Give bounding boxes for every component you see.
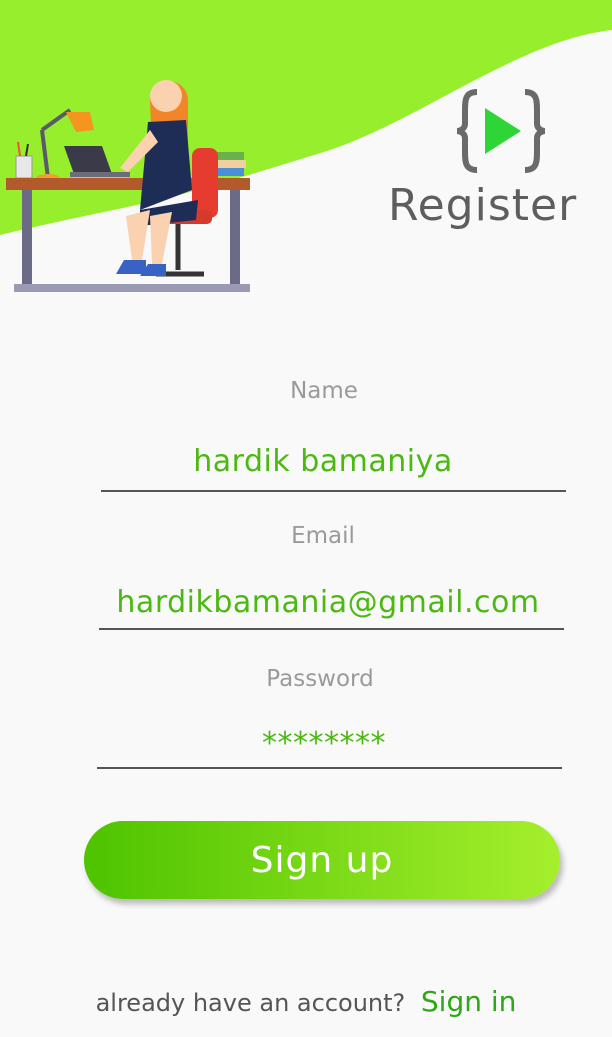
email-label: Email [291,523,355,549]
code-play-icon [456,89,546,173]
password-label: Password [266,666,374,692]
email-underline [99,628,564,630]
signin-footer: already have an account? Sign in [0,985,612,1018]
page-title: Register [388,180,578,231]
signup-button[interactable]: Sign up [84,821,560,899]
name-label: Name [290,378,358,404]
name-underline [101,490,566,492]
name-input[interactable]: hardik bamaniya [73,444,573,479]
woman-at-desk-illustration [6,80,250,292]
signin-link[interactable]: Sign in [421,985,517,1018]
password-input[interactable]: ******** [74,726,574,761]
signin-prompt: already have an account? [95,989,406,1017]
email-input[interactable]: hardikbamania@gmail.com [78,585,578,620]
password-underline [97,767,562,769]
